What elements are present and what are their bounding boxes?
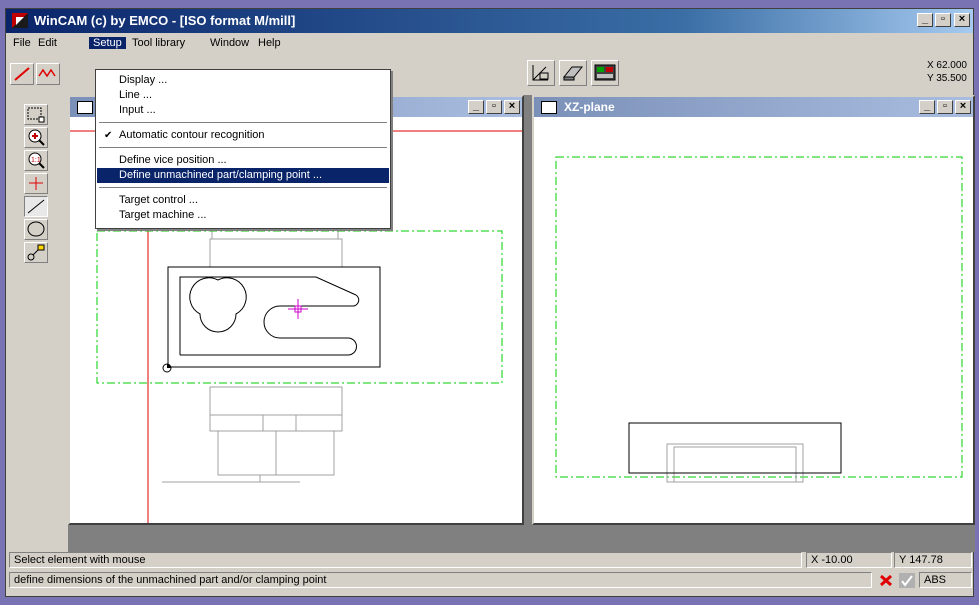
cancel-icon[interactable] xyxy=(878,573,894,588)
xz-maximize-button[interactable]: ▫ xyxy=(937,100,953,114)
xz-window-title: XZ-plane xyxy=(564,100,615,114)
xy-close-button[interactable]: × xyxy=(504,100,520,114)
close-button[interactable]: × xyxy=(954,13,970,27)
crosshair-button[interactable] xyxy=(24,173,48,194)
zoom-window-button[interactable] xyxy=(24,104,48,125)
menu-item-display[interactable]: Display ... xyxy=(97,73,389,88)
line-draw-icon xyxy=(14,67,30,81)
xz-minimize-button[interactable]: _ xyxy=(919,100,935,114)
xz-plane-window[interactable]: XZ-plane _ ▫ × xyxy=(532,95,975,525)
menu-item-automatic-contour[interactable]: ✔ Automatic contour recognition xyxy=(97,128,389,143)
left-tool-palette: 1:1 xyxy=(24,104,50,265)
simulation-button[interactable] xyxy=(559,60,587,86)
abs-mode-indicator[interactable]: ABS xyxy=(919,572,972,588)
xz-unmachined-part-outline xyxy=(555,156,963,478)
xz-close-button[interactable]: × xyxy=(955,100,971,114)
menu-separator xyxy=(99,122,387,124)
coord-x: X 62.000 xyxy=(926,60,967,71)
menu-item-label: Display ... xyxy=(119,74,168,86)
window-icon xyxy=(77,101,93,114)
confirm-check-icon[interactable] xyxy=(899,573,915,588)
hint-bar: define dimensions of the unmachined part… xyxy=(6,571,973,589)
circle-tool-button[interactable] xyxy=(24,219,48,240)
line-tool-button[interactable] xyxy=(24,196,48,217)
zoom-in-button[interactable] xyxy=(24,127,48,148)
menu-item-define-unmachined-part[interactable]: Define unmachined part/clamping point ..… xyxy=(97,168,389,183)
status-y-coord: Y 147.78 xyxy=(894,552,972,568)
drafting-triangle-icon xyxy=(532,65,549,81)
draw-zigzag-tool-button[interactable] xyxy=(36,63,60,85)
zoom-window-icon xyxy=(27,107,45,123)
xz-drawing-canvas[interactable] xyxy=(534,117,973,523)
menu-item-label: Define unmachined part/clamping point ..… xyxy=(119,169,323,181)
wincam-window: WinCAM (c) by EMCO - [ISO format M/mill]… xyxy=(5,8,975,597)
zoom-in-icon xyxy=(28,129,45,146)
xz-workpiece xyxy=(628,422,842,474)
menu-separator xyxy=(99,187,387,189)
menu-file[interactable]: File xyxy=(9,37,35,49)
wincam-app-icon xyxy=(12,13,28,28)
status-message: Select element with mouse xyxy=(9,552,802,568)
xz-vice-outline xyxy=(666,443,804,483)
drawing-setup-button[interactable] xyxy=(527,60,555,86)
window-icon xyxy=(541,101,557,114)
draw-line-tool-button[interactable] xyxy=(10,63,34,85)
title-bar[interactable]: WinCAM (c) by EMCO - [ISO format M/mill]… xyxy=(6,9,973,33)
status-bar: Select element with mouse X -10.00 Y 147… xyxy=(6,551,973,569)
menu-item-label: Target control ... xyxy=(119,194,198,206)
eraser-3d-icon xyxy=(562,66,584,81)
menu-item-label: Input ... xyxy=(119,104,156,116)
minimize-button[interactable]: _ xyxy=(917,13,933,27)
menu-item-line[interactable]: Line ... xyxy=(97,88,389,103)
menu-item-label: Automatic contour recognition xyxy=(119,129,265,141)
zoom-fit-icon: 1:1 xyxy=(28,152,45,169)
check-icon: ✔ xyxy=(104,130,113,141)
point-tool-button[interactable] xyxy=(24,242,48,263)
menu-item-target-control[interactable]: Target control ... xyxy=(97,193,389,208)
circle-icon xyxy=(27,221,45,237)
window-title: WinCAM (c) by EMCO - [ISO format M/mill] xyxy=(34,13,296,28)
crosshair-icon xyxy=(29,177,43,190)
restore-button[interactable]: ▫ xyxy=(935,13,951,27)
xz-window-titlebar[interactable]: XZ-plane _ ▫ × xyxy=(534,97,973,117)
coord-y: Y 35.500 xyxy=(926,73,967,84)
menu-window[interactable]: Window xyxy=(206,37,253,49)
status-x-coord: X -10.00 xyxy=(806,552,892,568)
xy-minimize-button[interactable]: _ xyxy=(468,100,484,114)
zoom-fit-button[interactable]: 1:1 xyxy=(24,150,48,171)
hint-message: define dimensions of the unmachined part… xyxy=(9,572,872,588)
menu-item-label: Target machine ... xyxy=(119,209,207,221)
setup-dropdown-menu: Display ... Line ... Input ... ✔ Automat… xyxy=(95,69,391,229)
menu-item-input[interactable]: Input ... xyxy=(97,103,389,118)
menu-item-target-machine[interactable]: Target machine ... xyxy=(97,208,389,223)
menu-item-label: Define vice position ... xyxy=(119,154,227,166)
menu-separator xyxy=(99,147,387,149)
menu-bar: File Edit Setup Tool library Window Help xyxy=(6,34,973,54)
line-icon xyxy=(27,199,45,214)
machine-control-button[interactable] xyxy=(591,60,619,86)
menu-tool-library[interactable]: Tool library xyxy=(128,37,189,49)
zigzag-icon xyxy=(38,68,56,78)
origin-marker xyxy=(162,363,172,373)
menu-item-define-vice[interactable]: Define vice position ... xyxy=(97,153,389,168)
menu-help[interactable]: Help xyxy=(254,37,285,49)
cursor-coordinates: X 62.000 Y 35.500 xyxy=(927,59,967,85)
xy-maximize-button[interactable]: ▫ xyxy=(486,100,502,114)
menu-item-label: Line ... xyxy=(119,89,153,101)
cnc-panel-icon xyxy=(594,64,616,81)
menu-setup[interactable]: Setup xyxy=(89,37,126,49)
point-icon xyxy=(27,244,45,261)
menu-edit[interactable]: Edit xyxy=(34,37,61,49)
